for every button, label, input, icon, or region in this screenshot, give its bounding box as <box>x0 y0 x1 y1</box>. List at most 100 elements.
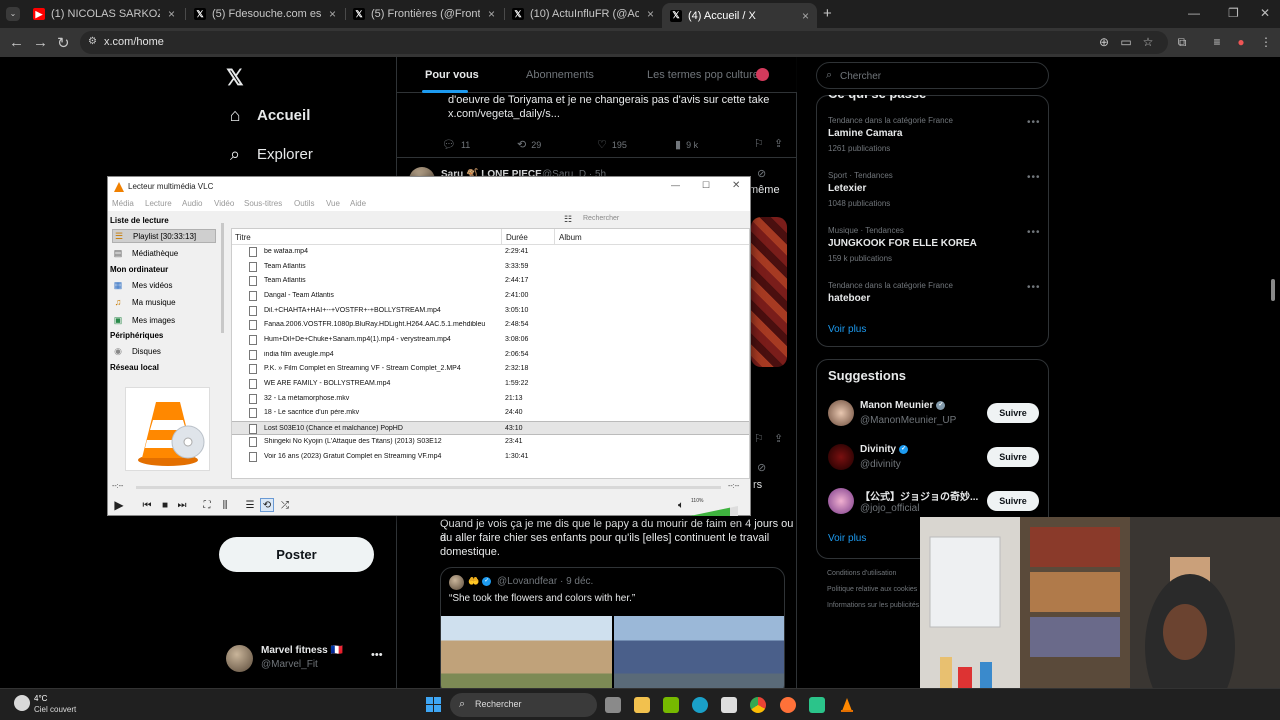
see-more-link[interactable]: Voir plus <box>828 324 866 335</box>
install-icon[interactable]: ⊕ <box>1097 35 1111 49</box>
view-toggle-icon[interactable]: ☷ <box>564 214 572 225</box>
table-row[interactable]: be wafaa.mp4 2:29:41 <box>232 245 749 260</box>
nav-home[interactable]: ⌂ Accueil <box>225 105 311 126</box>
menu-playback[interactable]: Lecture <box>145 199 172 208</box>
table-row[interactable]: india film aveugle.mp4 2:06:54 <box>232 348 749 363</box>
share-icon[interactable]: ⇪ <box>774 432 783 445</box>
address-bar[interactable]: ⚙ x.com/home ⊕ ▭ ☆ <box>80 31 1168 54</box>
vlc-taskbar-icon[interactable] <box>839 697 855 713</box>
search-input[interactable]: ⌕ Chercher <box>816 62 1049 89</box>
close-icon[interactable]: × <box>329 7 336 21</box>
column-duration[interactable]: Durée <box>506 233 528 242</box>
bookmark-star-icon[interactable]: ☆ <box>1141 35 1155 49</box>
nvidia-icon[interactable] <box>663 697 679 713</box>
fullscreen-icon[interactable]: ⛶ <box>200 498 214 512</box>
back-icon[interactable]: ← <box>9 34 24 51</box>
browser-tab[interactable]: 𝕏 (5) Fdesouche.com est une rev × <box>186 3 344 25</box>
close-icon[interactable]: × <box>168 7 175 21</box>
stop-icon[interactable]: ■ <box>158 498 172 512</box>
tab-following[interactable]: Abonnements <box>526 69 594 81</box>
volume-slider[interactable] <box>690 503 738 516</box>
menu-icon[interactable]: ⋮ <box>1259 35 1273 49</box>
store-icon[interactable] <box>721 697 737 713</box>
repost-action[interactable]: ⟲ 29 <box>517 138 541 151</box>
post-button[interactable]: Poster <box>219 537 374 572</box>
table-row[interactable]: Voir 16 ans (2023) Gratuit Complet en St… <box>232 450 749 465</box>
chrome-icon[interactable] <box>750 697 766 713</box>
table-row[interactable]: 32 - La métamorphose.mkv 21:13 <box>232 392 749 407</box>
sidebar-item-videos[interactable]: ▦ Mes vidéos <box>112 278 216 292</box>
tweet-image[interactable] <box>751 217 787 367</box>
minimize-button[interactable]: — <box>671 180 680 190</box>
sidebar-item-music[interactable]: ♫ Ma musique <box>112 295 216 309</box>
firefox-icon[interactable] <box>780 697 796 713</box>
vlc-title-bar[interactable]: Lecteur multimédia VLC — ☐ ✕ <box>108 177 750 197</box>
profile-icon[interactable]: ● <box>1234 35 1248 49</box>
menu-subtitles[interactable]: Sous-titres <box>244 199 282 208</box>
views-action[interactable]: ▮ 9 k <box>675 138 698 151</box>
table-row[interactable]: Team Atlantis 3:33:59 <box>232 260 749 275</box>
bookmark-icon[interactable]: ⚐ <box>754 137 764 150</box>
sidebar-item-playlist[interactable]: ☰ Playlist [30:33:13] <box>112 229 216 243</box>
previous-icon[interactable]: ⏮ <box>140 498 154 512</box>
tab-for-you[interactable]: Pour vous <box>425 69 479 81</box>
table-row[interactable]: Hum+Dil+De+Chuke+Sanam.mp4(1).mp4 - very… <box>232 333 749 348</box>
table-row[interactable]: Lost S03E10 (Chance et malchance) PopHD 4… <box>232 420 749 436</box>
tab-search-icon[interactable]: ⌄ <box>6 7 20 21</box>
table-row[interactable]: Dil.+CHAHTA+HAI+--+VOSTFR+-+BOLLYSTREAM.… <box>232 304 749 319</box>
menu-tools[interactable]: Outils <box>294 199 314 208</box>
nav-explore[interactable]: ⌕ Explorer <box>225 144 313 165</box>
browser-tab[interactable]: 𝕏 (10) ActuInfluFR (@ActuInfluFR × <box>504 3 662 25</box>
table-row[interactable]: Fanaa.2006.VOSTFR.1080p.BluRay.HDLight.H… <box>232 318 749 333</box>
sidebar-scrollbar[interactable] <box>221 223 224 333</box>
media-icon[interactable]: ≡ <box>1210 35 1224 49</box>
shuffle-icon[interactable]: ⤮ <box>278 498 292 512</box>
account-switcher[interactable]: Marvel fitness 🇫🇷 @Marvel_Fit ••• <box>226 643 386 673</box>
x-logo-icon[interactable]: 𝕏 <box>226 65 244 91</box>
menu-help[interactable]: Aide <box>350 199 366 208</box>
bookmark-icon[interactable]: ⚐ <box>754 432 764 445</box>
footer-link[interactable]: Conditions d'utilisation <box>827 570 896 577</box>
new-tab-button[interactable]: + <box>823 5 832 22</box>
forward-icon[interactable]: → <box>33 34 48 51</box>
sidebar-item-disks[interactable]: ◉ Disques <box>112 344 216 358</box>
table-row[interactable]: Team Atlantis 2:44:17 <box>232 274 749 289</box>
loop-icon[interactable]: ⟲ <box>260 498 274 512</box>
share-icon[interactable]: ⇪ <box>774 137 783 150</box>
extensions-icon[interactable]: ⧉ <box>1175 35 1189 49</box>
follow-button[interactable]: Suivre <box>987 403 1039 423</box>
menu-view[interactable]: Vue <box>326 199 340 208</box>
tab-pop-culture[interactable]: Les termes pop culture <box>647 69 759 81</box>
browser-tab[interactable]: ▶ (1) NICOLAS SARKOZY : INTERV × <box>25 3 183 25</box>
maximize-button[interactable]: ☐ <box>702 180 710 191</box>
maximize-button[interactable]: ❐ <box>1228 6 1239 20</box>
reply-action[interactable]: 💬︎ 11 <box>442 138 470 151</box>
more-icon[interactable]: ••• <box>371 649 383 661</box>
footer-link[interactable]: Politique relative aux cookies <box>827 586 917 593</box>
close-button[interactable]: ✕ <box>732 180 740 191</box>
playlist-toggle-icon[interactable]: ☰ <box>243 498 257 512</box>
taskbar-search[interactable]: ⌕ Rechercher <box>450 693 597 717</box>
more-icon[interactable]: ••• <box>1027 172 1041 183</box>
window-close-button[interactable]: ✕ <box>1260 6 1270 20</box>
close-icon[interactable]: × <box>647 7 654 21</box>
close-icon[interactable]: × <box>488 7 495 21</box>
follow-button[interactable]: Suivre <box>987 447 1039 467</box>
seek-bar[interactable] <box>136 486 721 489</box>
quote-tweet[interactable]: 🤲 ✓ @Lovandfear · 9 déc. “She took the fl… <box>440 567 785 688</box>
browser-tab-active[interactable]: 𝕏 (4) Accueil / X × <box>662 3 817 28</box>
like-action[interactable]: ♡ 195 <box>597 138 627 151</box>
reload-icon[interactable]: ↻ <box>57 34 70 52</box>
start-icon[interactable] <box>426 697 441 712</box>
playlist-search-input[interactable]: Rechercher <box>583 215 619 222</box>
menu-video[interactable]: Vidéo <box>214 199 234 208</box>
site-info-icon[interactable]: ⚙ <box>88 36 97 47</box>
sidebar-item-images[interactable]: ▣ Mes images <box>112 313 216 327</box>
sidebar-item-library[interactable]: ▤ Médiathèque <box>112 246 216 260</box>
table-row[interactable]: Shingeki No Kyojin (L'Attaque des Titans… <box>232 435 749 450</box>
task-view-icon[interactable] <box>605 697 621 713</box>
tweet-link[interactable]: x.com/vegeta_daily/s... <box>448 107 560 121</box>
scrollbar[interactable] <box>1271 279 1275 301</box>
grok-icon[interactable]: ⊘ <box>757 167 766 180</box>
table-row[interactable]: Dangal - Team Atlantis 2:41:00 <box>232 289 749 304</box>
